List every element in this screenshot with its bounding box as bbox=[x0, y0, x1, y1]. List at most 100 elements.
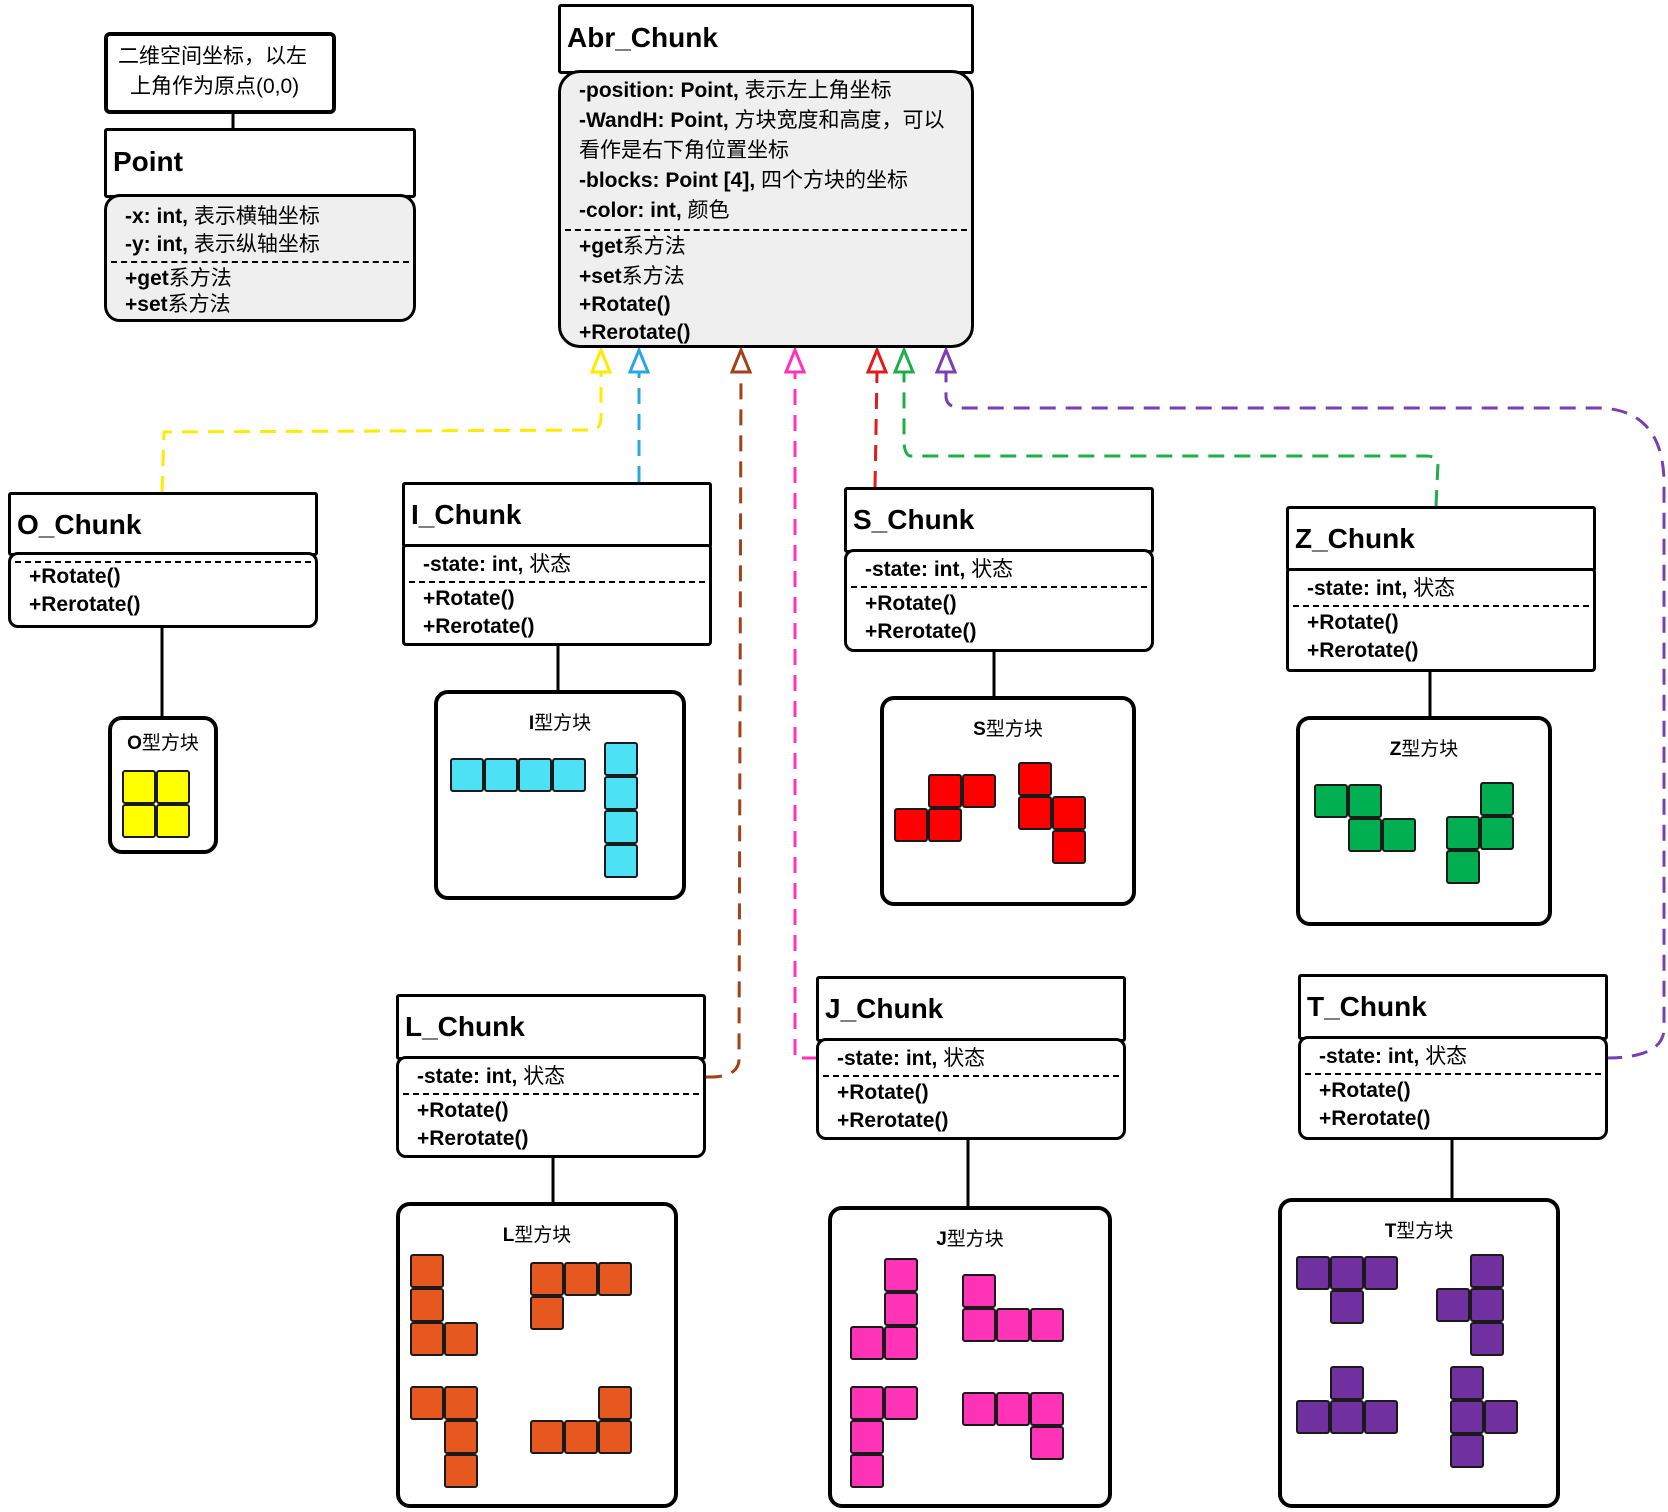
l-shape-cell bbox=[598, 1262, 632, 1296]
i-chunk-class: I_Chunk -state: int, 状态 +Rotate() +Rerot… bbox=[402, 482, 712, 646]
abr-attr-wandh-cont-desc: 看作是右下角位置坐标 bbox=[579, 139, 789, 162]
l-chunk-class-body: -state: int, 状态 +Rotate() +Rerotate() bbox=[396, 1056, 706, 1158]
j-shape-cell bbox=[996, 1308, 1030, 1342]
l-shape-cell bbox=[564, 1262, 598, 1296]
j-inheritance-arrow bbox=[793, 372, 818, 1060]
o-shape-letter: O bbox=[127, 733, 142, 754]
i-chunk-attr-state-sig: -state: int, bbox=[423, 553, 524, 576]
t-shape-cell bbox=[1364, 1256, 1398, 1290]
t-shape-title: T型方块 bbox=[1282, 1216, 1556, 1243]
point-class-body: -x: int, 表示横轴坐标 -y: int, 表示纵轴坐标 +get系方法 … bbox=[104, 194, 416, 322]
l-chunk-class-name: L_Chunk bbox=[396, 994, 706, 1060]
s-shape-cell bbox=[1018, 796, 1052, 830]
point-method-get-desc: 系方法 bbox=[168, 267, 232, 290]
z-shape-cell bbox=[1348, 818, 1382, 852]
abr-attr-color-desc: 颜色 bbox=[687, 199, 730, 222]
z-chunk-class-name: Z_Chunk bbox=[1286, 506, 1596, 572]
abr-attr-wandh-desc: 方块宽度和高度，可以 bbox=[734, 109, 945, 132]
s-chunk-attr-state-desc: 状态 bbox=[971, 558, 1014, 581]
t-chunk-attr-state-sig: -state: int, bbox=[1319, 1045, 1420, 1068]
s-shape-cell bbox=[1052, 796, 1086, 830]
abr-method-set: +set系方法 bbox=[579, 263, 963, 291]
i-shape-cell bbox=[484, 758, 518, 792]
z-shape-cell bbox=[1348, 784, 1382, 818]
l-chunk-attr-state-sig: -state: int, bbox=[417, 1065, 518, 1088]
abr-method-get-sig: +get bbox=[579, 235, 623, 258]
t-arrowhead bbox=[934, 346, 958, 374]
l-inheritance-arrow bbox=[705, 371, 743, 1079]
abr-attr-wandh: -WandH: Point, 方块宽度和高度，可以 bbox=[579, 107, 963, 135]
z-chunk-method-rerotate: +Rerotate() bbox=[1307, 639, 1419, 662]
abr-attr-color: -color: int, 颜色 bbox=[579, 197, 963, 225]
z-shape-title: Z型方块 bbox=[1300, 734, 1548, 761]
l-shape-cell bbox=[410, 1386, 444, 1420]
s-shape-cell bbox=[928, 808, 962, 842]
t-chunk-method-rerotate: +Rerotate() bbox=[1319, 1107, 1431, 1130]
z-chunk-attr-state-desc: 状态 bbox=[1413, 577, 1456, 600]
abr-separator bbox=[565, 229, 967, 231]
j-shape-cell bbox=[884, 1258, 918, 1292]
z-shape-cell bbox=[1446, 816, 1480, 850]
s-chunk-attr-state-sig: -state: int, bbox=[865, 558, 966, 581]
o-shape-cell bbox=[156, 804, 190, 838]
s-shape-box: S型方块 bbox=[880, 696, 1136, 906]
l-chunk-attr-state-desc: 状态 bbox=[523, 1065, 566, 1088]
t-shape-cell bbox=[1450, 1366, 1484, 1400]
point-attr-x-desc: 表示横轴坐标 bbox=[193, 205, 320, 228]
i-chunk-attr-state: -state: int, 状态 bbox=[423, 551, 701, 579]
abr-chunk-class-name: Abr_Chunk bbox=[558, 4, 974, 74]
i-shape-cell bbox=[552, 758, 586, 792]
j-shape-cell bbox=[1030, 1426, 1064, 1460]
t-chunk-class-name: T_Chunk bbox=[1298, 974, 1608, 1040]
s-shape-title: S型方块 bbox=[884, 714, 1132, 741]
j-chunk-method-rotate: +Rotate() bbox=[837, 1081, 929, 1104]
j-shape-cell bbox=[962, 1308, 996, 1342]
z-shape-suffix: 型方块 bbox=[1401, 739, 1459, 760]
l-shape-cell bbox=[444, 1386, 478, 1420]
j-shape-cell bbox=[996, 1392, 1030, 1426]
j-shape-box: J型方块 bbox=[828, 1206, 1112, 1508]
t-chunk-class-body: -state: int, 状态 +Rotate() +Rerotate() bbox=[1298, 1036, 1608, 1140]
s-inheritance-arrow bbox=[873, 371, 879, 488]
l-shape-cell bbox=[410, 1322, 444, 1356]
o-inheritance-arrow bbox=[160, 372, 603, 493]
s-chunk-method-rotate: +Rotate() bbox=[865, 592, 957, 615]
l-chunk-method-rerotate: +Rerotate() bbox=[417, 1127, 529, 1150]
j-shape-cell bbox=[1030, 1392, 1064, 1426]
s-chunk-class-body: -state: int, 状态 +Rotate() +Rerotate() bbox=[844, 549, 1154, 652]
i-chunk-method-rotate: +Rotate() bbox=[423, 587, 515, 610]
t-shape-cell bbox=[1470, 1322, 1504, 1356]
point-attr-y-desc: 表示纵轴坐标 bbox=[193, 233, 320, 256]
s-shape-cell bbox=[962, 774, 996, 808]
j-shape-cell bbox=[850, 1420, 884, 1454]
z-chunk-class: Z_Chunk -state: int, 状态 +Rotate() +Rerot… bbox=[1286, 506, 1596, 672]
abr-attr-blocks: -blocks: Point [4], 四个方块的坐标 bbox=[579, 167, 963, 195]
abr-method-set-desc: 系方法 bbox=[621, 265, 685, 288]
i-arrowhead bbox=[627, 346, 651, 374]
z-shape-box: Z型方块 bbox=[1296, 716, 1552, 926]
l-shape-cell bbox=[444, 1454, 478, 1488]
t-chunk-separator bbox=[1305, 1073, 1601, 1075]
o-chunk-class-name: O_Chunk bbox=[8, 492, 318, 556]
z-chunk-attr-state: -state: int, 状态 bbox=[1307, 575, 1585, 603]
t-chunk-attr-state-desc: 状态 bbox=[1425, 1045, 1468, 1068]
l-shape-cell bbox=[410, 1288, 444, 1322]
o-shape-cell bbox=[156, 770, 190, 804]
t-shape-letter: T bbox=[1384, 1221, 1397, 1242]
point-method-set-desc: 系方法 bbox=[167, 293, 231, 316]
l-shape-letter: L bbox=[502, 1225, 515, 1246]
j-chunk-attr-state-desc: 状态 bbox=[943, 1047, 986, 1070]
o-chunk-class-body: +Rotate() +Rerotate() bbox=[8, 552, 318, 628]
s-chunk-separator bbox=[851, 586, 1147, 588]
l-shape-cell bbox=[444, 1322, 478, 1356]
z-shape-cell bbox=[1480, 816, 1514, 850]
l-shape-cell bbox=[564, 1420, 598, 1454]
i-shape-cell bbox=[518, 758, 552, 792]
z-shape-cell bbox=[1446, 850, 1480, 884]
j-chunk-attr-state-sig: -state: int, bbox=[837, 1047, 938, 1070]
z-shape-cell bbox=[1382, 818, 1416, 852]
o-arrowhead bbox=[589, 346, 613, 374]
j-chunk-attr-state: -state: int, 状态 bbox=[837, 1045, 1115, 1073]
point-method-get-sig: +get bbox=[125, 267, 169, 290]
t-shape-cell bbox=[1436, 1288, 1470, 1322]
